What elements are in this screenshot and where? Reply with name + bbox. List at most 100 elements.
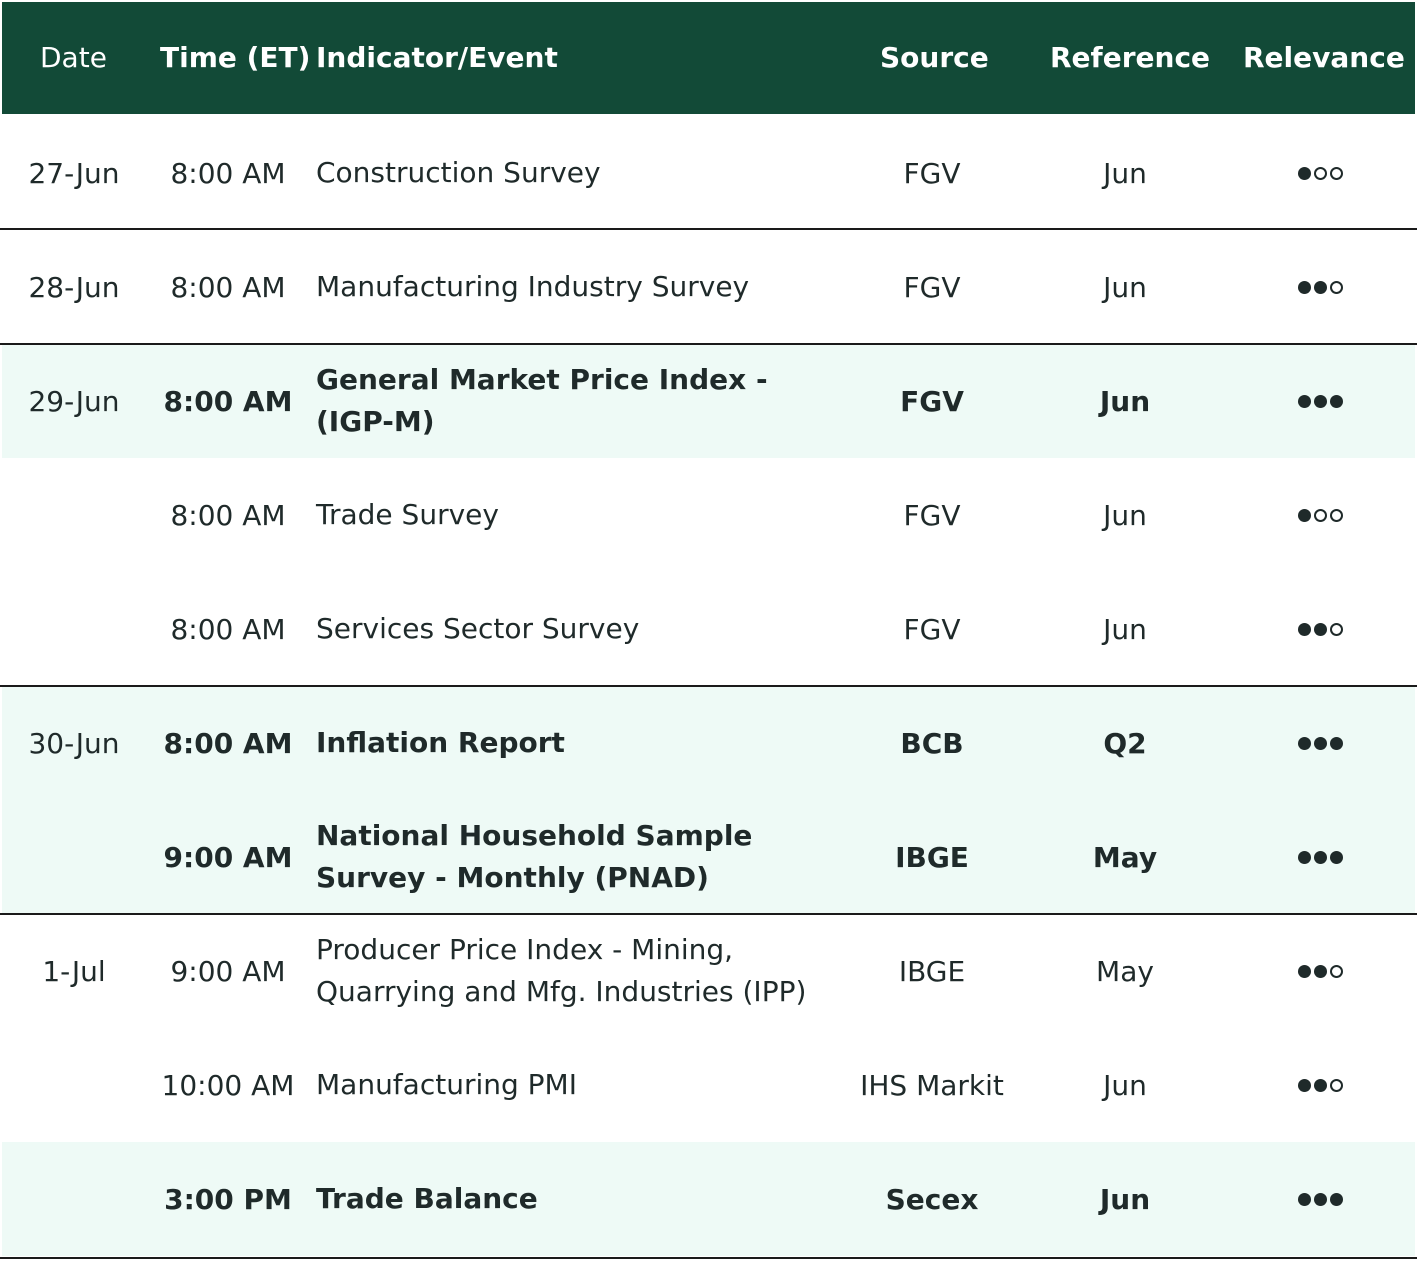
cell-time: 3:00 PM [164,1182,292,1216]
relevance-dots-icon [1297,166,1343,180]
cell-indicator: Trade Balance [316,1182,538,1215]
cell-relevance [1232,572,1408,686]
table-row: 8:00 AM Trade Survey FGV Jun [2,458,1415,572]
empty-dot-icon [1329,964,1343,978]
cell-time: 9:00 AM [170,954,286,988]
table-row: 9:00 AM National Household Sample Survey … [2,800,1415,914]
cell-indicator: Construction Survey [316,156,601,189]
economic-calendar-table: Date Time (ET) Indicator/Event Source Re… [0,0,1417,1269]
filled-dot-icon [1297,508,1311,522]
cell-indicator: National Household Sample Survey - Month… [316,819,753,894]
cell-date: 1-Jul [42,954,106,988]
cell-reference: Q2 [1103,726,1147,760]
filled-dot-icon [1313,850,1327,864]
cell-date [2,572,146,686]
cell-relevance [1232,914,1408,1028]
empty-dot-icon [1329,508,1343,522]
header-reference: Reference [1050,41,1211,74]
header-indicator: Indicator/Event [316,41,558,74]
cell-source: IHS Markit [860,1068,1004,1102]
filled-dot-icon [1313,1192,1327,1206]
cell-date [2,1142,146,1256]
cell-source: FGV [903,498,961,532]
filled-dot-icon [1297,1078,1311,1092]
cell-indicator: Manufacturing PMI [316,1068,577,1101]
table-row: 30-Jun 8:00 AM Inflation Report BCB Q2 [2,686,1415,800]
cell-date: 28-Jun [28,270,120,304]
relevance-dots-icon [1297,1078,1343,1092]
cell-source: FGV [903,270,961,304]
table-row: 29-Jun 8:00 AM General Market Price Index … [2,344,1415,458]
header-relevance: Relevance [1243,41,1405,74]
cell-reference: Jun [1103,612,1147,646]
cell-source: FGV [903,156,961,190]
empty-dot-icon [1313,166,1327,180]
table-header: Date Time (ET) Indicator/Event Source Re… [2,2,1415,114]
filled-dot-icon [1297,394,1311,408]
cell-date: 29-Jun [28,384,120,418]
filled-dot-icon [1313,622,1327,636]
group-divider [0,343,1417,345]
cell-reference: Jun [1103,156,1147,190]
cell-time: 8:00 AM [170,156,286,190]
cell-relevance [1232,686,1408,800]
filled-dot-icon [1329,1192,1343,1206]
cell-reference: May [1096,954,1154,988]
table-row: 28-Jun 8:00 AM Manufacturing Industry Surv… [2,230,1415,344]
cell-source: BCB [900,726,964,760]
filled-dot-icon [1297,1192,1311,1206]
empty-dot-icon [1329,166,1343,180]
filled-dot-icon [1297,736,1311,750]
cell-time: 8:00 AM [170,612,286,646]
group-divider [0,1257,1417,1259]
cell-time: 8:00 AM [163,726,293,760]
header-source: Source [880,41,989,74]
cell-date [2,1028,146,1142]
cell-relevance [1232,1142,1408,1256]
empty-dot-icon [1313,508,1327,522]
cell-time: 8:00 AM [170,498,286,532]
cell-source: IBGE [898,954,966,988]
cell-reference: May [1092,840,1158,874]
cell-relevance [1232,1028,1408,1142]
table-row: 10:00 AM Manufacturing PMI IHS Markit Jun [2,1028,1415,1142]
cell-relevance [1232,800,1408,914]
cell-source: FGV [903,612,961,646]
cell-date [2,800,146,914]
relevance-dots-icon [1297,508,1343,522]
filled-dot-icon [1313,964,1327,978]
filled-dot-icon [1297,850,1311,864]
cell-indicator: Manufacturing Industry Survey [316,270,750,303]
cell-reference: Jun [1103,1068,1147,1102]
header-date: Date [40,41,107,74]
filled-dot-icon [1329,850,1343,864]
cell-source: FGV [900,384,964,418]
cell-reference: Jun [1103,498,1147,532]
filled-dot-icon [1297,280,1311,294]
cell-source: IBGE [895,840,969,874]
cell-reference: Jun [1099,384,1151,418]
cell-relevance [1232,344,1408,458]
cell-time: 8:00 AM [170,270,286,304]
filled-dot-icon [1313,394,1327,408]
cell-indicator: Trade Survey [316,498,499,531]
relevance-dots-icon [1297,736,1343,750]
table-row: 8:00 AM Services Sector Survey FGV Jun [2,572,1415,686]
filled-dot-icon [1313,280,1327,294]
empty-dot-icon [1329,280,1343,294]
empty-dot-icon [1329,622,1343,636]
table-row: 3:00 PM Trade Balance Secex Jun [2,1142,1415,1256]
group-divider [0,685,1417,687]
filled-dot-icon [1313,1078,1327,1092]
table-row: 1-Jul 9:00 AM Producer Price Index - Minin… [2,914,1415,1028]
empty-dot-icon [1329,1078,1343,1092]
header-time: Time (ET) [160,41,311,74]
cell-indicator: General Market Price Index - (IGP-M) [316,363,768,438]
cell-time: 8:00 AM [163,384,293,418]
cell-source: Secex [885,1182,979,1216]
filled-dot-icon [1297,166,1311,180]
filled-dot-icon [1329,394,1343,408]
cell-date: 30-Jun [28,726,120,760]
filled-dot-icon [1329,736,1343,750]
filled-dot-icon [1313,736,1327,750]
